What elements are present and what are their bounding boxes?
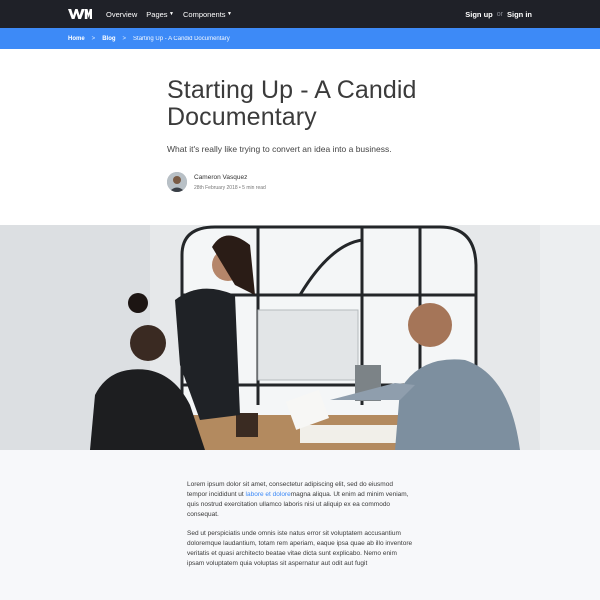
top-navbar: Overview Pages ▼ Components ▼ Sign up or S… [0,0,600,28]
article-header: Starting Up - A Candid Documentary What … [0,49,600,225]
paragraph-1: Lorem ipsum dolor sit amet, consectetur … [187,480,413,520]
signin-link[interactable]: Sign in [507,10,532,19]
article-body: Lorem ipsum dolor sit amet, consectetur … [0,450,600,600]
article-subtitle: What it's really like trying to convert … [167,144,392,154]
auth-links: Sign up or Sign in [465,0,532,28]
chevron-right-icon: > [122,35,127,42]
inline-link[interactable]: labore et dolore [246,491,291,498]
or-text: or [496,10,503,18]
author-block: Cameron Vasquez 28th February 2018 • 5 m… [167,172,600,192]
nav-components-label: Components [183,9,226,19]
signup-link[interactable]: Sign up [465,10,493,19]
paragraph-2: Sed ut perspiciatis unde omnis iste natu… [187,530,413,567]
chevron-right-icon: > [91,35,96,42]
avatar[interactable] [167,172,187,192]
breadcrumb-current: Starting Up - A Candid Documentary [133,35,230,42]
nav-links: Overview Pages ▼ Components ▼ [106,10,232,19]
nav-overview[interactable]: Overview [106,10,137,19]
nav-pages-label: Pages [146,9,168,19]
page-title: Starting Up - A Candid Documentary [167,76,417,131]
author-meta: 28th February 2018 • 5 min read [194,184,266,191]
nav-pages-dropdown[interactable]: Pages ▼ [146,10,174,19]
breadcrumb: Home > Blog > Starting Up - A Candid Doc… [0,28,600,49]
wm-logo-icon[interactable] [68,8,92,20]
caret-down-icon: ▼ [169,11,174,17]
nav-overview-label: Overview [106,9,138,19]
hero-image [0,225,600,450]
breadcrumb-home[interactable]: Home [68,36,85,42]
caret-down-icon: ▼ [227,11,232,17]
nav-components-dropdown[interactable]: Components ▼ [183,10,232,19]
breadcrumb-blog[interactable]: Blog [102,36,115,42]
author-name[interactable]: Cameron Vasquez [194,174,266,181]
